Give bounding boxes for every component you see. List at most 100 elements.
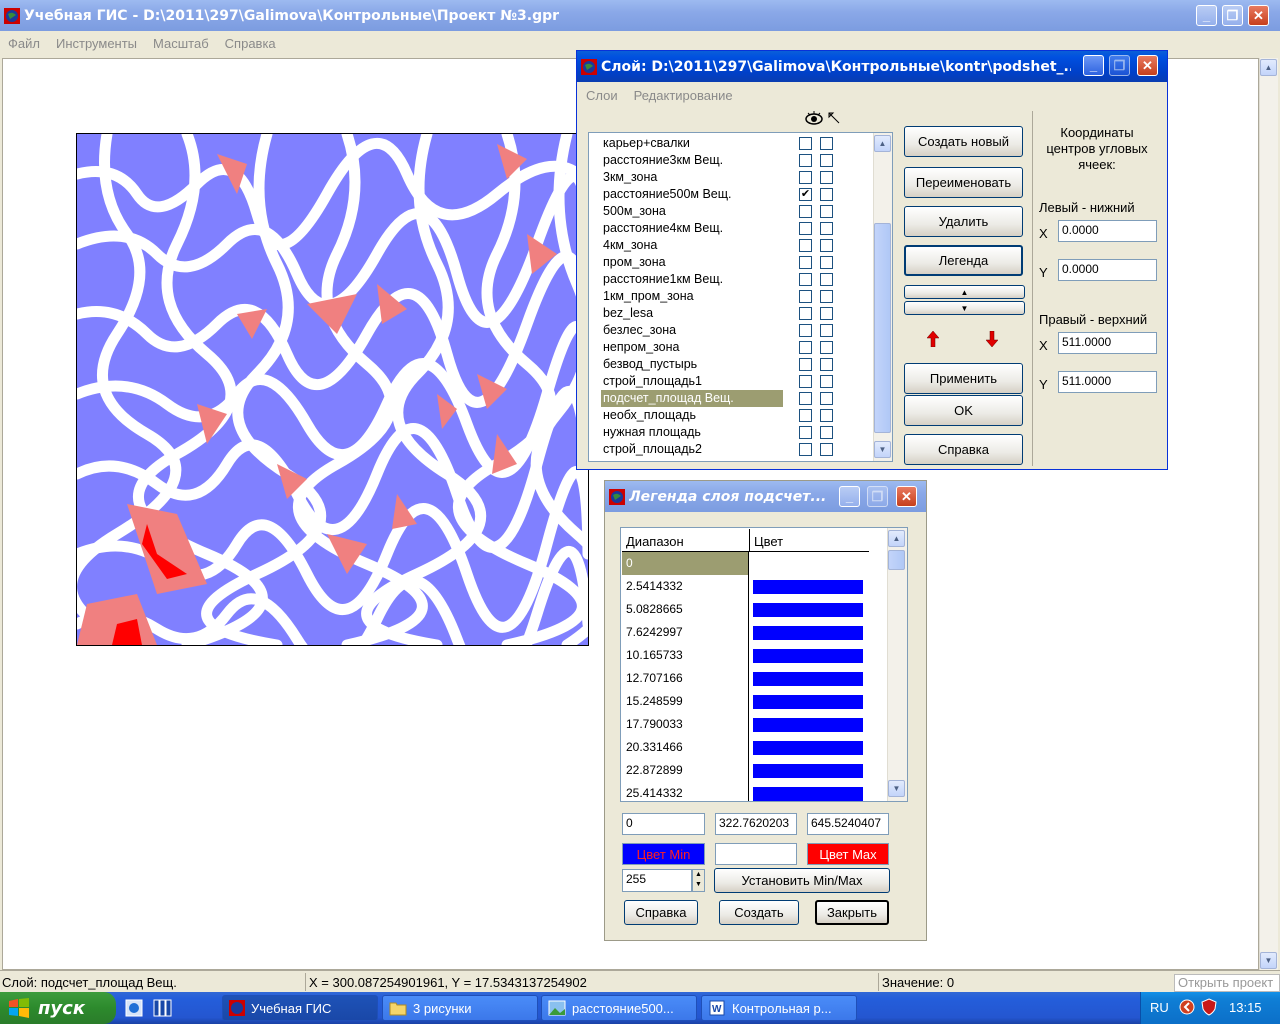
menu-edit[interactable]: Редактирование — [634, 88, 733, 103]
layer-edit-checkbox[interactable] — [820, 290, 833, 303]
arrow-up-icon[interactable] — [927, 331, 939, 347]
layer-edit-checkbox[interactable] — [820, 137, 833, 150]
min-value-input[interactable]: 0 — [622, 813, 705, 835]
ll-x-input[interactable]: 0.0000 — [1058, 220, 1157, 242]
layer-row[interactable]: расстояние1км Вещ. — [601, 271, 783, 288]
legend-help-button[interactable]: Справка — [624, 900, 698, 925]
arrow-down-icon[interactable] — [986, 331, 998, 347]
layer-visible-checkbox[interactable] — [799, 375, 812, 388]
layer-edit-checkbox[interactable] — [820, 375, 833, 388]
legend-minimize-button[interactable]: _ — [839, 486, 860, 507]
layer-edit-checkbox[interactable] — [820, 239, 833, 252]
layer-visible-checkbox[interactable] — [799, 154, 812, 167]
color-max-swatch[interactable]: Цвет Max — [807, 843, 889, 865]
layer-edit-checkbox[interactable] — [820, 341, 833, 354]
legend-row[interactable]: 22.872899 — [622, 759, 867, 782]
layer-row[interactable]: карьер+свалки — [601, 135, 783, 152]
layer-visible-checkbox[interactable] — [799, 426, 812, 439]
main-title-bar[interactable]: Учебная ГИС - D:\2011\297\Galimova\Контр… — [0, 0, 1280, 31]
legend-row[interactable]: 20.331466 — [622, 736, 867, 759]
steps-input[interactable]: 255 — [622, 869, 692, 892]
ur-x-input[interactable]: 511.0000 — [1058, 332, 1157, 354]
layer-visible-checkbox[interactable] — [799, 205, 812, 218]
rename-layer-button[interactable]: Переименовать — [904, 167, 1023, 198]
move-down-small-button[interactable]: ▼ — [904, 301, 1025, 315]
layer-visible-checkbox[interactable] — [799, 222, 812, 235]
legend-close-button[interactable]: ✕ — [896, 486, 917, 507]
layer-visible-checkbox[interactable]: ✔ — [799, 188, 812, 201]
max-value-input[interactable]: 645.5240407 — [807, 813, 889, 835]
layer-edit-checkbox[interactable] — [820, 171, 833, 184]
layer-visible-checkbox[interactable] — [799, 443, 812, 456]
col-color-header[interactable]: Цвет — [754, 534, 783, 549]
mid-value-input[interactable]: 322.7620203 — [715, 813, 797, 835]
legend-button[interactable]: Легенда — [904, 245, 1023, 276]
raster-map[interactable] — [76, 133, 589, 646]
layer-edit-checkbox[interactable] — [820, 222, 833, 235]
menu-file[interactable]: Файл — [8, 36, 40, 51]
layer-visible-checkbox[interactable] — [799, 324, 812, 337]
apply-button[interactable]: Применить — [904, 363, 1023, 394]
legend-row[interactable]: 10.165733 — [622, 644, 867, 667]
legend-scroll-down-button[interactable]: ▼ — [888, 780, 905, 797]
taskbar-item-image[interactable]: расстояние500... — [541, 995, 697, 1021]
layer-visible-checkbox[interactable] — [799, 392, 812, 405]
layer-edit-checkbox[interactable] — [820, 426, 833, 439]
main-scroll-down-button[interactable]: ▼ — [1260, 952, 1277, 969]
ok-button[interactable]: OK — [904, 395, 1023, 426]
layer-edit-checkbox[interactable] — [820, 205, 833, 218]
legend-maximize-button[interactable]: ❐ — [867, 486, 888, 507]
layer-row[interactable]: непром_зона — [601, 339, 783, 356]
taskbar-item-gis[interactable]: Учебная ГИС — [222, 995, 378, 1021]
layer-visible-checkbox[interactable] — [799, 341, 812, 354]
legend-row[interactable]: 25.414332 — [622, 782, 867, 801]
layer-scroll-up-button[interactable]: ▲ — [874, 135, 891, 152]
layer-minimize-button[interactable]: _ — [1083, 55, 1104, 76]
layer-row[interactable]: 4км_зона — [601, 237, 783, 254]
layer-edit-checkbox[interactable] — [820, 154, 833, 167]
main-vertical-scrollbar[interactable] — [1259, 58, 1278, 970]
layer-close-button[interactable]: ✕ — [1137, 55, 1158, 76]
color-min-swatch[interactable]: Цвет Min — [622, 843, 705, 865]
layer-scroll-down-button[interactable]: ▼ — [874, 441, 891, 458]
legend-row[interactable]: 12.707166 — [622, 667, 867, 690]
quicklaunch-books-icon[interactable] — [152, 998, 174, 1018]
language-indicator[interactable]: RU — [1150, 1000, 1169, 1015]
layer-row[interactable]: 3км_зона — [601, 169, 783, 186]
legend-row[interactable]: 7.6242997 — [622, 621, 867, 644]
layer-visible-checkbox[interactable] — [799, 409, 812, 422]
set-minmax-button[interactable]: Установить Min/Max — [714, 868, 890, 893]
layer-scroll-thumb[interactable] — [874, 223, 891, 433]
layer-row[interactable]: нужная площадь — [601, 424, 783, 441]
layer-row[interactable]: 500м_зона — [601, 203, 783, 220]
layer-visible-checkbox[interactable] — [799, 307, 812, 320]
menu-help[interactable]: Справка — [225, 36, 276, 51]
taskbar-item-word[interactable]: W Контрольная р... — [701, 995, 857, 1021]
layer-edit-checkbox[interactable] — [820, 307, 833, 320]
layer-visible-checkbox[interactable] — [799, 256, 812, 269]
layer-visible-checkbox[interactable] — [799, 171, 812, 184]
tray-arrow-icon[interactable] — [1179, 999, 1195, 1015]
legend-row[interactable]: 17.790033 — [622, 713, 867, 736]
layer-row[interactable]: расстояние4км Вещ. — [601, 220, 783, 237]
layer-edit-checkbox[interactable] — [820, 256, 833, 269]
start-button[interactable]: пуск — [0, 992, 116, 1024]
delete-layer-button[interactable]: Удалить — [904, 206, 1023, 237]
layer-edit-checkbox[interactable] — [820, 358, 833, 371]
layer-row[interactable]: 1км_пром_зона — [601, 288, 783, 305]
layer-row[interactable]: bez_lesa — [601, 305, 783, 322]
shield-icon[interactable] — [1201, 998, 1217, 1016]
layer-row[interactable]: расстояние3км Вещ. — [601, 152, 783, 169]
layer-visible-checkbox[interactable] — [799, 290, 812, 303]
color-mid-swatch[interactable] — [715, 843, 797, 865]
layer-row[interactable]: необх_площадь — [601, 407, 783, 424]
layer-edit-checkbox[interactable] — [820, 188, 833, 201]
layer-visible-checkbox[interactable] — [799, 137, 812, 150]
legend-create-button[interactable]: Создать — [719, 900, 799, 925]
taskbar-item-folder[interactable]: 3 рисунки — [382, 995, 538, 1021]
main-close-button[interactable]: ✕ — [1248, 5, 1269, 26]
legend-row[interactable]: 5.0828665 — [622, 598, 867, 621]
layer-row[interactable]: подсчет_площад Вещ. — [601, 390, 783, 407]
layer-maximize-button[interactable]: ❐ — [1109, 55, 1130, 76]
menu-scale[interactable]: Масштаб — [153, 36, 209, 51]
